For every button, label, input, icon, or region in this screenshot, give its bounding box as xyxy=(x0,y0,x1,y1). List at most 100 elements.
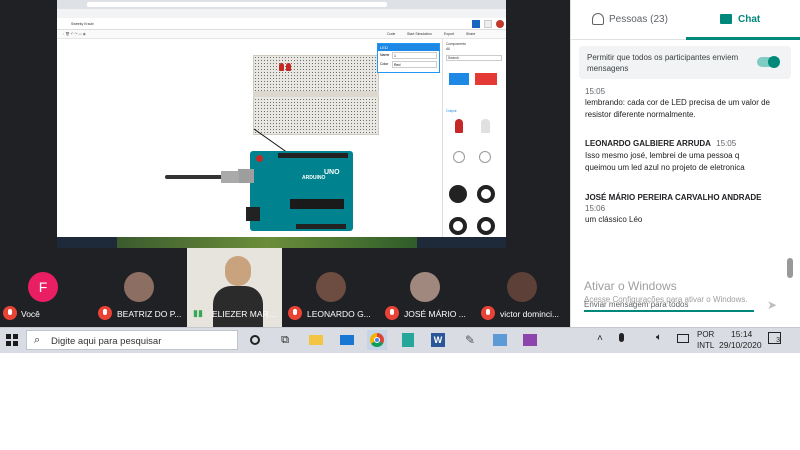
components-filter[interactable]: All xyxy=(446,47,450,51)
notifications-count: 3 xyxy=(776,337,780,344)
shared-screen: Sweeky Kraub ▫ 🗑 ↶ ↷ ▭ ◉ Code Start Simu… xyxy=(57,0,506,248)
led-red-1[interactable] xyxy=(279,63,284,71)
app-icon[interactable] xyxy=(520,330,540,350)
task-view-icon[interactable]: ⧉ xyxy=(275,330,295,350)
code-button[interactable]: Code xyxy=(387,32,395,36)
paint-icon[interactable]: ✎ xyxy=(460,330,480,350)
inspector-color-label: Color xyxy=(380,62,389,66)
dip-switch-6-icon[interactable] xyxy=(475,73,497,85)
chat-scrollbar[interactable] xyxy=(787,258,793,278)
neopixel-component-icon[interactable] xyxy=(479,151,491,163)
breadboard-divider xyxy=(253,91,379,97)
mic-off-icon xyxy=(3,306,17,320)
components-header: Components xyxy=(446,42,466,46)
windows-start-icon[interactable] xyxy=(6,334,18,346)
microphone-icon[interactable] xyxy=(619,333,624,342)
speaker-icon[interactable]: 🔈︎ xyxy=(656,332,662,343)
usb-plug xyxy=(221,171,239,183)
message-text: um clássico Léo xyxy=(585,215,643,224)
tab-people-label: Pessoas (23) xyxy=(609,14,668,25)
permission-text: Permitir que todos os participantes envi… xyxy=(587,53,739,73)
reset-button[interactable] xyxy=(256,155,263,162)
neopixel-ring-24-icon[interactable] xyxy=(449,217,467,235)
toolbar-icons[interactable]: ▫ 🗑 ↶ ↷ ▭ ◉ xyxy=(63,32,86,36)
app-icon[interactable] xyxy=(490,330,510,350)
word-icon[interactable]: W xyxy=(428,330,448,350)
participant-label: JOSÉ MÁRIO ... xyxy=(404,309,466,319)
neopixel-ring-icon[interactable] xyxy=(477,185,495,203)
address-bar[interactable] xyxy=(87,2,387,7)
neopixel-strip-icon[interactable] xyxy=(477,217,495,235)
cortana-icon[interactable] xyxy=(245,330,265,350)
dip-switch-4-icon[interactable] xyxy=(449,73,469,85)
file-explorer-icon[interactable] xyxy=(306,330,326,350)
clock-date[interactable]: 29/10/2020 xyxy=(719,340,762,350)
editor-toolbar: ▫ 🗑 ↶ ↷ ▭ ◉ Code Start Simulation Export… xyxy=(57,30,506,39)
search-placeholder: Digite aqui para pesquisar xyxy=(51,336,162,347)
inspector-panel: LED Name 1 Color Red xyxy=(377,43,440,73)
usb-connector xyxy=(238,169,254,183)
inspector-name-field[interactable]: 1 xyxy=(392,52,437,59)
participant-label: BEATRIZ DO P... xyxy=(117,309,182,319)
led-component-icon[interactable] xyxy=(455,119,463,133)
participant-avatar-jose xyxy=(410,272,440,302)
send-icon[interactable]: ➤ xyxy=(767,298,777,312)
power-jack xyxy=(246,207,260,221)
participant-label: LEONARDO G... xyxy=(307,309,371,319)
toggle-knob xyxy=(768,56,780,68)
message-sender-name: LEONARDO GALBIERE ARRUDA xyxy=(585,139,711,148)
led-red-2[interactable] xyxy=(286,63,291,71)
led-rgb-component-icon[interactable] xyxy=(481,119,490,133)
arduino-brand-label: ARDUINO xyxy=(302,175,326,181)
message-sender: LEONARDO GALBIERE ARRUDA 15:05 xyxy=(585,138,795,150)
message-time: 15:05 xyxy=(716,139,737,148)
components-search[interactable]: Search xyxy=(446,55,502,61)
participant-label: ELIEZER MAR... xyxy=(212,309,276,319)
components-group-output: Output xyxy=(446,109,457,113)
avatar[interactable] xyxy=(496,20,504,28)
tab-chat[interactable]: Chat xyxy=(686,0,800,40)
shared-screen-taskbar xyxy=(57,237,506,248)
search-icon: ⌕ xyxy=(34,334,41,346)
light-bulb-component-icon[interactable] xyxy=(453,151,465,163)
arduino-uno-board[interactable]: ARDUINO UNO xyxy=(238,151,353,231)
circuit-workspace[interactable]: ARDUINO UNO LED Name 1 Color Red xyxy=(57,39,442,237)
participant-label: victor dominci... xyxy=(500,309,560,319)
mic-off-icon xyxy=(385,306,399,320)
tab-people[interactable]: Pessoas (23) xyxy=(571,0,686,40)
start-simulation-button[interactable]: Start Simulation xyxy=(407,32,432,36)
circuit-view-button[interactable] xyxy=(472,20,480,28)
neopixel-jewel-icon[interactable] xyxy=(449,185,467,203)
permission-toggle[interactable] xyxy=(757,56,780,68)
taskbar-search-box[interactable]: ⌕ Digite aqui para pesquisar xyxy=(26,330,238,350)
lang-primary[interactable]: POR xyxy=(697,330,714,339)
message-text: lembrando: cada cor de LED precisa de um… xyxy=(585,98,770,119)
participant-avatar-leonardo xyxy=(316,272,346,302)
participant-avatar-beatriz xyxy=(124,272,154,302)
tab-chat-label: Chat xyxy=(738,14,761,25)
lang-secondary[interactable]: INTL xyxy=(697,341,714,350)
bookmarks-bar xyxy=(57,9,506,18)
mic-off-icon xyxy=(288,306,302,320)
clock-time[interactable]: 15:14 xyxy=(731,329,752,339)
calculator-icon[interactable] xyxy=(398,330,418,350)
share-button[interactable]: Share xyxy=(466,32,475,36)
chevron-up-icon[interactable]: ˄ xyxy=(597,333,603,344)
mail-icon[interactable] xyxy=(337,330,357,350)
inspector-name-label: Name xyxy=(380,53,390,57)
app-title: Sweeky Kraub xyxy=(71,22,94,26)
export-button[interactable]: Export xyxy=(444,32,454,36)
components-panel: Components All Search Output xyxy=(442,39,506,237)
person-video-body xyxy=(213,286,263,327)
notifications-icon[interactable]: 3 xyxy=(768,332,781,344)
avatar: F xyxy=(28,272,58,302)
list-view-button[interactable] xyxy=(484,20,492,28)
inspector-color-select[interactable]: Red xyxy=(392,61,437,68)
chrome-icon[interactable] xyxy=(367,330,387,350)
message-input[interactable]: Enviar mensagem para todos xyxy=(584,300,754,312)
digital-header xyxy=(278,153,348,158)
meet-stage: Sweeky Kraub ▫ 🗑 ↶ ↷ ▭ ◉ Code Start Simu… xyxy=(0,0,570,327)
network-icon[interactable] xyxy=(677,334,689,343)
people-icon xyxy=(592,13,604,25)
participant-avatar-victor xyxy=(507,272,537,302)
